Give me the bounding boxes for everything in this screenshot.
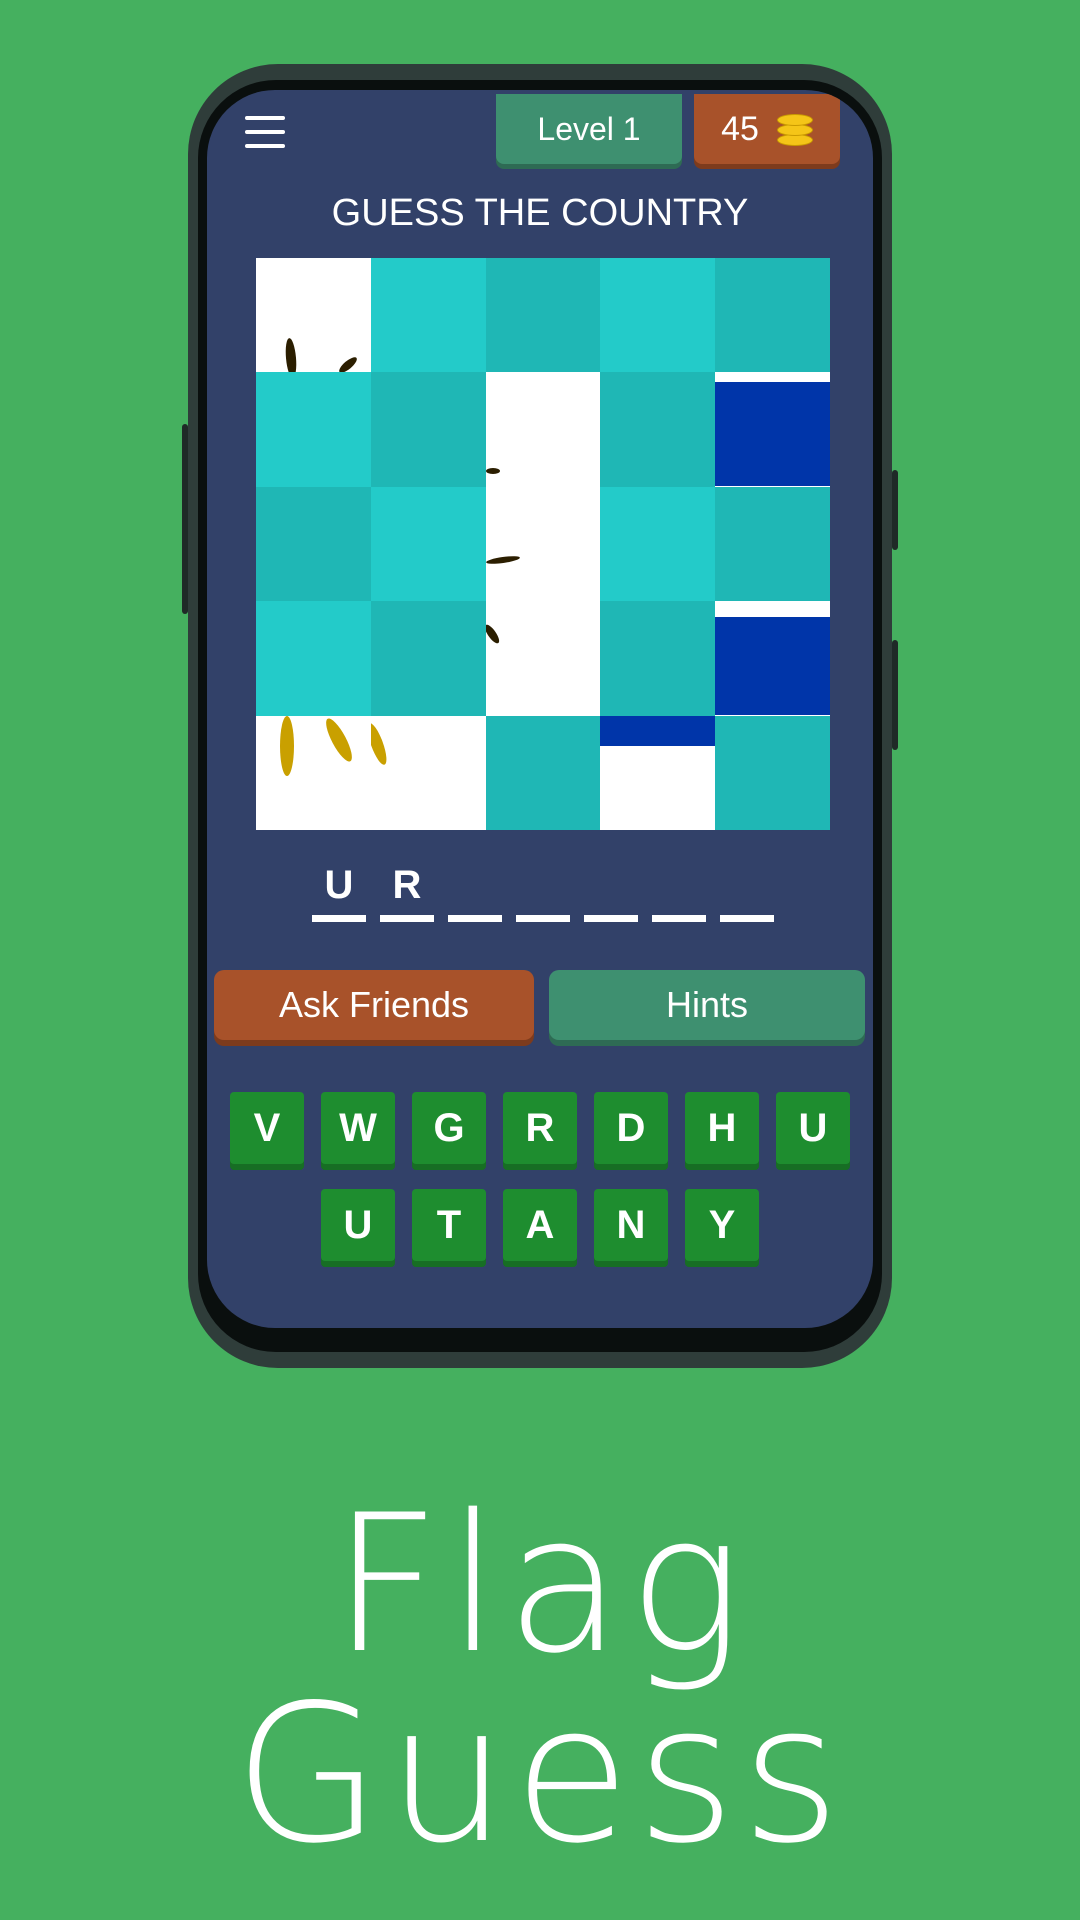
answer-slots: U R	[263, 856, 823, 926]
hidden-tile[interactable]	[715, 486, 830, 602]
letter-row: U T A N Y	[207, 1189, 873, 1261]
letter-key[interactable]: V	[230, 1092, 304, 1164]
answer-slot[interactable]: R	[380, 856, 434, 922]
hidden-tile[interactable]	[256, 601, 371, 716]
menu-icon[interactable]	[245, 116, 285, 148]
letter-key[interactable]: R	[503, 1092, 577, 1164]
hidden-tile[interactable]	[256, 372, 371, 487]
flag-tile-revealed	[370, 715, 486, 830]
hidden-tile[interactable]	[256, 486, 371, 602]
letter-row: V W G R D H U	[207, 1092, 873, 1164]
coins-icon	[776, 112, 813, 146]
hidden-tile[interactable]	[485, 715, 601, 830]
flag-tile-revealed	[485, 486, 601, 602]
hidden-tile[interactable]	[600, 258, 716, 373]
hidden-tile[interactable]	[370, 372, 486, 487]
page-title: GUESS THE COUNTRY	[331, 192, 749, 234]
hints-button[interactable]: Hints	[549, 970, 865, 1040]
flag-tile-revealed	[485, 601, 601, 716]
hidden-tile[interactable]	[370, 486, 486, 602]
hidden-tile[interactable]	[715, 258, 830, 373]
level-label: Level 1	[537, 110, 641, 147]
app-brand-title: Flag Guess	[233, 1474, 847, 1885]
hidden-tile[interactable]	[715, 715, 830, 830]
hidden-tile[interactable]	[600, 486, 716, 602]
hidden-tile[interactable]	[370, 258, 486, 373]
letter-key[interactable]: W	[321, 1092, 395, 1164]
coin-balance[interactable]: 45	[694, 94, 840, 164]
level-badge: Level 1	[496, 94, 682, 164]
game-screen: Level 1 45 GUESS THE COUNTRY U R Ask Fri…	[207, 90, 873, 1328]
hidden-tile[interactable]	[600, 372, 716, 487]
flag-tile-revealed	[256, 715, 371, 830]
flag-puzzle-grid	[256, 258, 830, 830]
letter-key[interactable]: A	[503, 1189, 577, 1261]
phone-side-button	[182, 424, 188, 614]
flag-tile-revealed	[485, 372, 601, 487]
answer-slot[interactable]	[720, 856, 774, 922]
hidden-tile[interactable]	[370, 601, 486, 716]
answer-slot[interactable]	[584, 856, 638, 922]
letter-key[interactable]: T	[412, 1189, 486, 1261]
letter-key[interactable]: D	[594, 1092, 668, 1164]
letter-key[interactable]: U	[321, 1189, 395, 1261]
coin-count: 45	[721, 109, 759, 148]
hidden-tile[interactable]	[600, 601, 716, 716]
letter-key[interactable]: N	[594, 1189, 668, 1261]
answer-slot[interactable]: U	[312, 856, 366, 922]
hidden-tile[interactable]	[485, 258, 601, 373]
letter-key[interactable]: Y	[685, 1189, 759, 1261]
flag-tile-revealed	[256, 258, 371, 373]
flag-tile-revealed	[715, 601, 830, 716]
letter-key[interactable]: G	[412, 1092, 486, 1164]
phone-side-button	[892, 640, 898, 750]
letter-key[interactable]: H	[685, 1092, 759, 1164]
answer-slot[interactable]	[516, 856, 570, 922]
answer-slot[interactable]	[652, 856, 706, 922]
flag-tile-revealed	[600, 715, 716, 830]
answer-slot[interactable]	[448, 856, 502, 922]
phone-side-button	[892, 470, 898, 550]
ask-friends-button[interactable]: Ask Friends	[214, 970, 534, 1040]
flag-tile-revealed	[715, 372, 830, 487]
letter-key[interactable]: U	[776, 1092, 850, 1164]
